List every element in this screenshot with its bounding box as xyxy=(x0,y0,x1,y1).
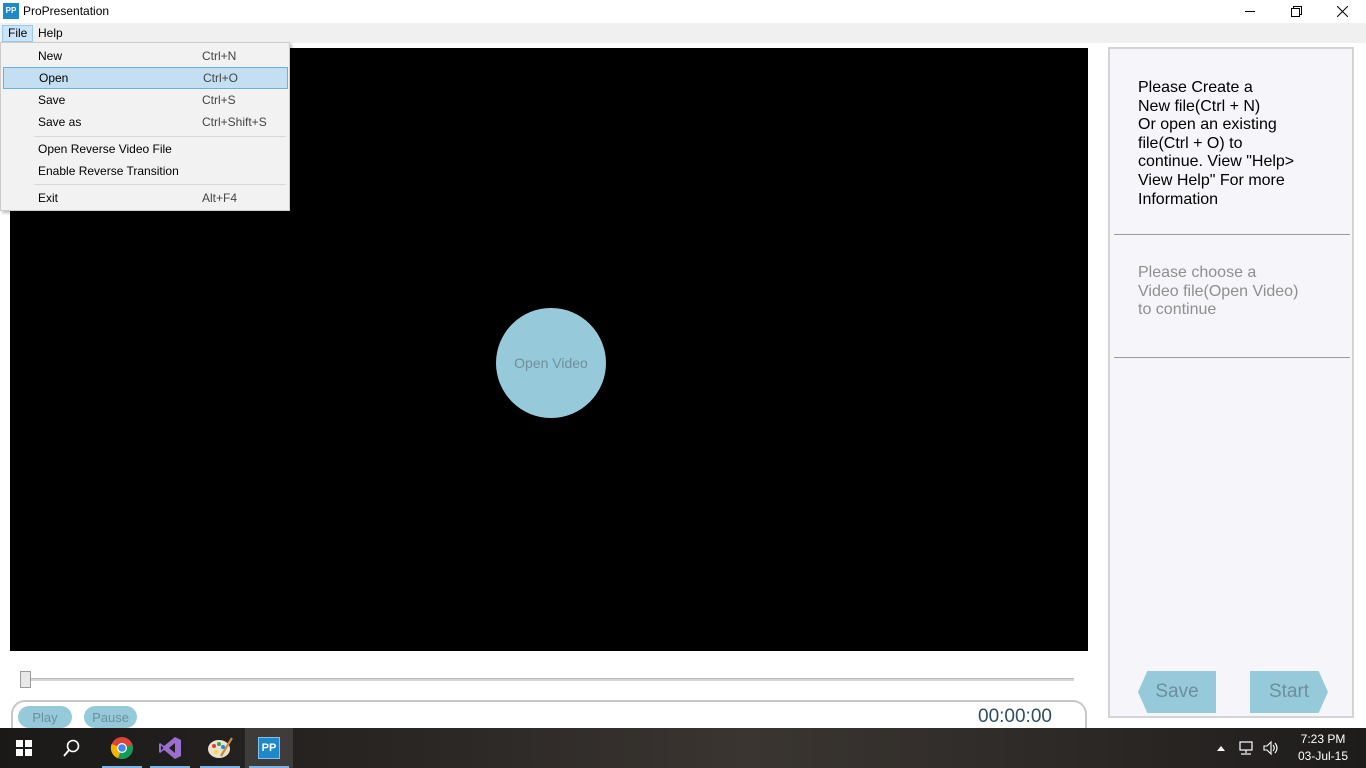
taskbar-chrome[interactable] xyxy=(98,728,146,768)
side-panel-divider xyxy=(1114,357,1350,358)
network-icon xyxy=(1239,741,1253,755)
start-button-label: Start xyxy=(1268,681,1310,702)
windows-start-icon xyxy=(16,740,32,756)
windows-start-button[interactable] xyxy=(0,728,48,768)
paint-icon xyxy=(208,737,233,758)
minimize-button[interactable] xyxy=(1227,0,1273,22)
chevron-up-icon xyxy=(1217,746,1225,751)
side-panel-divider xyxy=(1114,234,1350,235)
chrome-icon xyxy=(110,737,133,760)
open-video-button[interactable]: Open Video xyxy=(496,308,606,418)
menu-item-open-reverse-video[interactable]: Open Reverse Video File xyxy=(3,138,288,160)
save-button-label: Save xyxy=(1155,681,1199,702)
menu-separator xyxy=(34,136,286,137)
seek-slider-track[interactable] xyxy=(22,678,1074,681)
menu-item-save[interactable]: Save Ctrl+S xyxy=(3,89,288,111)
choose-video-instruction: Please choose a Video file(Open Video) t… xyxy=(1138,264,1299,319)
save-button[interactable]: Save xyxy=(1138,671,1216,713)
menu-bar: File Help xyxy=(0,23,1366,43)
search-icon xyxy=(63,739,80,757)
clock-time: 7:23 PM xyxy=(1300,732,1346,746)
playback-controls-bar xyxy=(11,700,1087,730)
taskbar-visual-studio[interactable] xyxy=(146,728,194,768)
time-display: 00:00:00 xyxy=(978,706,1052,727)
file-menu-dropdown: New Ctrl+N Open Ctrl+O Save Ctrl+S Save … xyxy=(0,42,290,211)
tray-volume[interactable] xyxy=(1262,728,1280,768)
menu-separator xyxy=(34,184,286,185)
taskbar-propresentation[interactable]: PP xyxy=(245,728,293,768)
app-icon: PP xyxy=(3,3,19,19)
window-title: ProPresentation xyxy=(23,4,110,18)
tray-show-hidden[interactable] xyxy=(1216,728,1226,768)
restore-icon xyxy=(1290,5,1302,17)
start-button[interactable]: Start xyxy=(1250,671,1328,713)
speaker-icon xyxy=(1263,740,1278,756)
menu-item-exit[interactable]: Exit Alt+F4 xyxy=(3,187,288,209)
menu-item-save-as[interactable]: Save as Ctrl+Shift+S xyxy=(3,111,288,133)
minimize-icon xyxy=(1244,10,1255,12)
search-button[interactable] xyxy=(48,728,96,768)
menu-help[interactable]: Help xyxy=(33,25,68,42)
tray-network[interactable] xyxy=(1237,728,1255,768)
visual-studio-icon xyxy=(159,737,181,759)
propresentation-icon: PP xyxy=(258,737,280,759)
pause-button[interactable]: Pause xyxy=(84,706,137,728)
close-icon xyxy=(1336,5,1348,17)
create-file-instruction: Please Create a New file(Ctrl + N) Or op… xyxy=(1138,79,1295,208)
play-button[interactable]: Play xyxy=(18,706,72,728)
close-button[interactable] xyxy=(1319,0,1365,22)
restore-button[interactable] xyxy=(1273,0,1319,22)
taskbar-paint[interactable] xyxy=(196,728,244,768)
menu-file[interactable]: File xyxy=(2,25,34,42)
menu-item-new[interactable]: New Ctrl+N xyxy=(3,45,288,67)
clock-date: 03-Jul-15 xyxy=(1297,749,1349,763)
title-bar[interactable]: PP ProPresentation xyxy=(0,0,1366,23)
system-clock[interactable]: 7:23 PM 03-Jul-15 xyxy=(1292,731,1354,765)
menu-item-enable-reverse-transition[interactable]: Enable Reverse Transition xyxy=(3,160,288,182)
seek-slider-thumb[interactable] xyxy=(20,671,31,688)
menu-item-open[interactable]: Open Ctrl+O xyxy=(3,67,288,89)
app-window: PP ProPresentation File Help Open Video … xyxy=(0,0,1366,730)
